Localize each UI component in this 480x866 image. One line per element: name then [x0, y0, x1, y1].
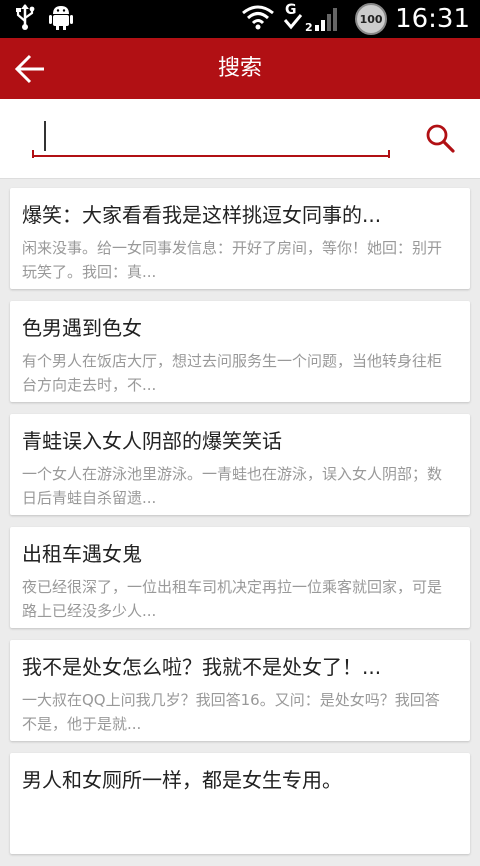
- item-title: 我不是处女怎么啦？我就不是处女了！...: [22, 655, 382, 679]
- item-title: 爆笑：大家看看我是这样挑逗女同事的...: [22, 203, 382, 227]
- item-title: 出租车遇女鬼: [22, 542, 142, 566]
- signal-icon: G 2: [283, 0, 347, 38]
- list-item[interactable]: 出租车遇女鬼 夜已经很深了，一位出租车司机决定再拉一位乘客就回家，可是路上已经没…: [10, 527, 470, 628]
- search-input-edge-right: [388, 150, 390, 158]
- arrow-left-icon: [14, 54, 44, 84]
- text-cursor: [44, 121, 46, 151]
- search-area: [0, 99, 480, 179]
- page-title: 搜索: [217, 56, 262, 81]
- item-title: 男人和女厕所一样，都是女生专用。: [22, 768, 342, 792]
- item-title: 色男遇到色女: [22, 316, 142, 340]
- list-item[interactable]: 男人和女厕所一样，都是女生专用。: [10, 753, 470, 854]
- list-item[interactable]: 色男遇到色女 有个男人在饭店大厅，想过去问服务生一个问题，当他转身往柜台方向走去…: [10, 301, 470, 402]
- item-title: 青蛙误入女人阴部的爆笑笑话: [22, 429, 282, 453]
- item-summary: 一大叔在QQ上问我几岁？我回答16。又问：是处女吗？我回答不是，他于是就...: [22, 691, 440, 733]
- status-left-icons: [14, 4, 74, 34]
- battery-level: 100: [359, 12, 383, 26]
- item-summary: 有个男人在饭店大厅，想过去问服务生一个问题，当他转身往柜台方向走去时，不...: [22, 352, 443, 394]
- wifi-icon: [241, 4, 275, 34]
- search-icon: [426, 124, 455, 153]
- back-button[interactable]: [14, 53, 48, 85]
- item-summary: 闲来没事。给一女同事发信息：开好了房间，等你！她回：别开玩笑了。我回：真...: [22, 239, 443, 281]
- list-item[interactable]: 爆笑：大家看看我是这样挑逗女同事的... 闲来没事。给一女同事发信息：开好了房间…: [10, 188, 470, 289]
- svg-text:G: G: [285, 2, 297, 18]
- usb-icon: [14, 3, 36, 35]
- item-summary: 夜已经很深了，一位出租车司机决定再拉一位乘客就回家，可是路上已经没多少人...: [22, 578, 443, 620]
- app-bar: 搜索: [0, 38, 480, 99]
- list-item[interactable]: 青蛙误入女人阴部的爆笑笑话 一个女人在游泳池里游泳。一青蛙也在游泳，误入女人阴部…: [10, 414, 470, 515]
- search-input-edge-left: [32, 150, 34, 158]
- item-summary: 一个女人在游泳池里游泳。一青蛙也在游泳，误入女人阴部；数日后青蛙自杀留遗...: [22, 465, 443, 507]
- result-list: 爆笑：大家看看我是这样挑逗女同事的... 闲来没事。给一女同事发信息：开好了房间…: [10, 188, 470, 866]
- list-item[interactable]: 我不是处女怎么啦？我就不是处女了！... 一大叔在QQ上问我几岁？我回答16。又…: [10, 640, 470, 741]
- clock: 16:31: [395, 4, 470, 34]
- status-right-icons: G 2 100 16:31: [241, 0, 470, 38]
- search-button[interactable]: [424, 122, 456, 154]
- search-input[interactable]: [32, 117, 390, 157]
- status-bar: G 2 100 16:31: [0, 0, 480, 38]
- svg-text:2: 2: [305, 21, 313, 34]
- android-debug-icon: [48, 3, 74, 35]
- battery-icon: 100: [355, 3, 388, 35]
